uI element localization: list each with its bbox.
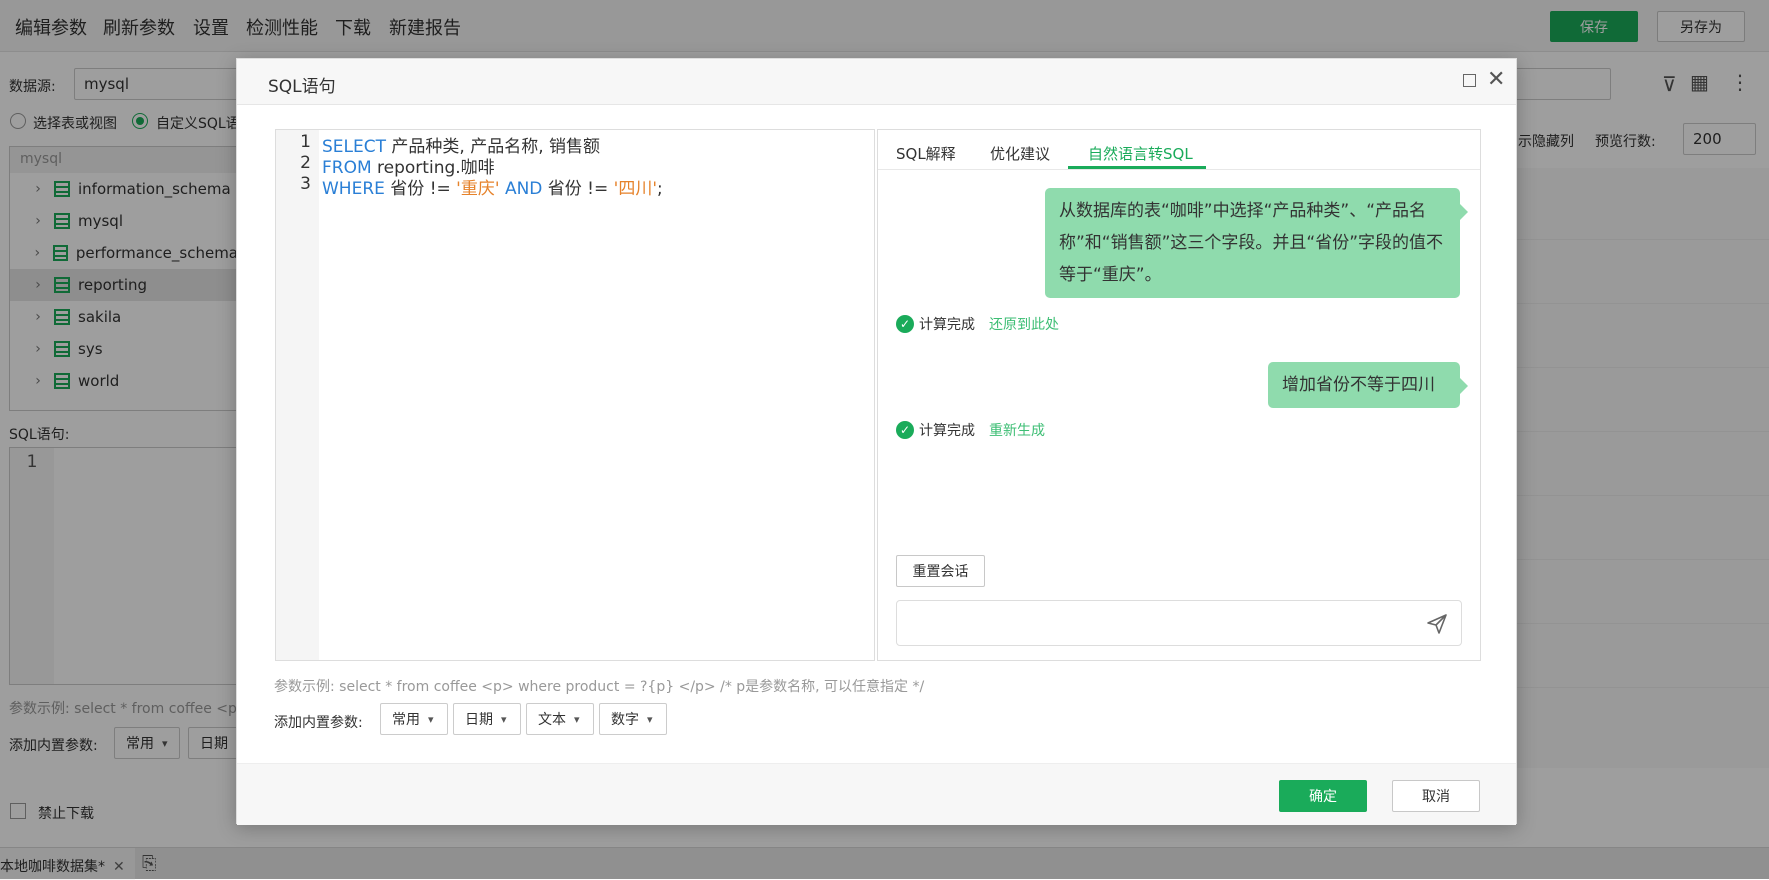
sql-keyword: WHERE (322, 179, 385, 199)
sql-string: '重庆' (456, 179, 500, 199)
status-text: 计算完成 (919, 423, 975, 439)
ok-button[interactable]: 确定 (1279, 780, 1367, 812)
sql-text: 省份 != (542, 179, 614, 199)
send-icon[interactable] (1425, 612, 1449, 636)
assistant-tabs: SQL解释 优化建议 自然语言转SQL (878, 130, 1480, 170)
dropdown-date[interactable]: 日期 ▾ (453, 703, 521, 735)
chevron-down-icon: ▾ (501, 712, 507, 726)
sql-code-editor[interactable]: 1 SELECT 产品种类, 产品名称, 销售额 2 FROM reporting.咖… (275, 129, 875, 661)
reset-session-button[interactable]: 重置会话 (896, 555, 985, 587)
chat-input[interactable] (896, 600, 1462, 646)
code-line-number: 3 (300, 174, 311, 194)
dropdown-label: 数字 (611, 712, 639, 728)
tab-sql-explain[interactable]: SQL解释 (896, 143, 956, 164)
sql-text: ; (657, 179, 663, 199)
add-param-label: 添加内置参数: (274, 715, 363, 731)
dropdown-label: 日期 (465, 712, 493, 728)
code-line-number: 2 (300, 153, 311, 173)
chevron-down-icon: ▾ (647, 712, 653, 726)
user-message: 从数据库的表“咖啡”中选择“产品种类”、“产品名称”和“销售额”这三个字段。并且… (1045, 188, 1468, 298)
user-message: 增加省份不等于四川 (1268, 362, 1468, 408)
editor-gutter (276, 130, 319, 660)
restore-link[interactable]: 还原到此处 (989, 314, 1059, 334)
sql-text: 省份 != (384, 179, 457, 199)
close-icon[interactable]: ✕ (1487, 66, 1505, 94)
sql-string: '四川' (613, 179, 658, 199)
chevron-down-icon: ▾ (574, 712, 580, 726)
status-row: ✓ 计算完成 还原到此处 (896, 314, 1059, 334)
tab-optimize[interactable]: 优化建议 (990, 143, 1050, 164)
active-tab-indicator (1068, 166, 1206, 169)
regenerate-link[interactable]: 重新生成 (989, 420, 1045, 440)
status-text: 计算完成 (919, 317, 975, 333)
status-row: ✓ 计算完成 重新生成 (896, 420, 1045, 440)
dialog-title: SQL语句 (268, 77, 336, 97)
sql-keyword: AND (504, 179, 543, 199)
dialog-footer: 确定 取消 (237, 763, 1516, 825)
dropdown-number[interactable]: 数字 ▾ (599, 703, 667, 735)
sql-dialog: SQL语句 ✕ 1 SELECT 产品种类, 产品名称, 销售额 2 FROM rep… (236, 58, 1517, 825)
dropdown-label: 常用 (392, 712, 420, 728)
check-circle-icon: ✓ (896, 421, 914, 439)
assistant-panel: SQL解释 优化建议 自然语言转SQL 从数据库的表“咖啡”中选择“产品种类”、… (877, 129, 1481, 661)
chevron-down-icon: ▾ (428, 712, 434, 726)
dropdown-text[interactable]: 文本 ▾ (526, 703, 594, 735)
dropdown-common[interactable]: 常用 ▾ (380, 703, 448, 735)
param-hint: 参数示例: select * from coffee <p> where pro… (274, 679, 925, 695)
cancel-button[interactable]: 取消 (1392, 780, 1480, 812)
check-circle-icon: ✓ (896, 315, 914, 333)
code-line-number: 1 (300, 132, 311, 152)
dialog-header: SQL语句 ✕ (237, 59, 1516, 105)
maximize-icon[interactable] (1463, 74, 1476, 87)
code-line: WHERE 省份 != '重庆' AND 省份 != '四川'; (322, 174, 663, 199)
dropdown-label: 文本 (538, 712, 566, 728)
tab-nl-to-sql[interactable]: 自然语言转SQL (1088, 143, 1193, 164)
